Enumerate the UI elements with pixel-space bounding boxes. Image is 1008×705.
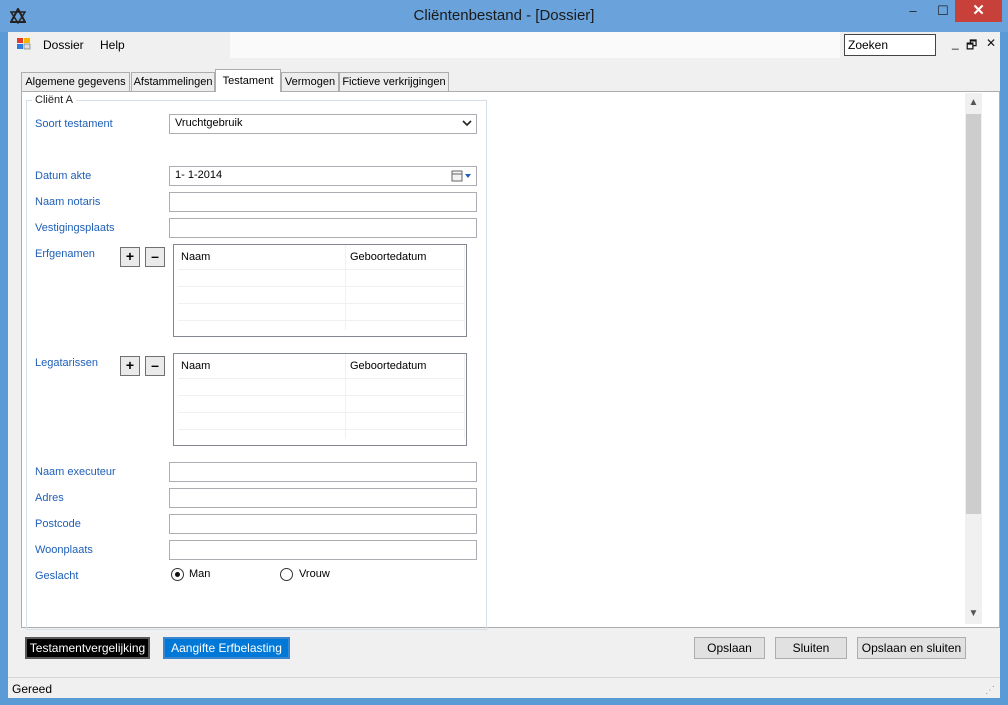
grid-divider	[464, 245, 465, 330]
postcode-label: Postcode	[35, 518, 81, 530]
tab-fictieve-verkrijgingen[interactable]: Fictieve verkrijgingen	[339, 72, 449, 91]
maximize-button[interactable]: ☐	[930, 0, 956, 22]
window-title: Cliëntenbestand - [Dossier]	[413, 7, 595, 24]
scroll-down-icon[interactable]: ▼	[965, 605, 982, 622]
radio-vrouw-label[interactable]: Vrouw	[299, 568, 330, 580]
menu-help[interactable]: Help	[100, 38, 125, 52]
datum-akte-value: 1- 1-2014	[175, 169, 223, 181]
grid-row-line	[178, 412, 464, 413]
grid-row-line	[178, 395, 464, 396]
tab-testament[interactable]: Testament	[215, 69, 281, 92]
add-legataris-button[interactable]: +	[120, 356, 140, 376]
naam-notaris-input[interactable]	[169, 192, 477, 212]
status-bar: Gereed ⋰	[8, 677, 1000, 698]
legatarissen-label: Legatarissen	[35, 357, 98, 369]
resize-grip-icon[interactable]: ⋰	[985, 685, 995, 696]
tab-vermogen[interactable]: Vermogen	[281, 72, 339, 91]
grid-row-line	[178, 286, 464, 287]
scrollbar-thumb[interactable]	[966, 114, 981, 514]
mdi-restore-button[interactable]: 🗗	[966, 36, 977, 57]
radio-vrouw[interactable]	[280, 568, 293, 581]
woonplaats-label: Woonplaats	[35, 544, 93, 556]
naam-notaris-label: Naam notaris	[35, 196, 101, 208]
search-input[interactable]	[844, 34, 936, 56]
vestigingsplaats-label: Vestigingsplaats	[35, 222, 115, 234]
mdi-close-button[interactable]: ✕	[986, 36, 996, 50]
legatarissen-grid[interactable]: Naam Geboortedatum	[173, 353, 467, 446]
tab-algemene-gegevens[interactable]: Algemene gegevens	[21, 72, 130, 91]
woonplaats-input[interactable]	[169, 540, 477, 560]
tab-afstammelingen[interactable]: Afstammelingen	[131, 72, 215, 91]
add-erfgenaam-button[interactable]: +	[120, 247, 140, 267]
remove-legataris-button[interactable]: –	[145, 356, 165, 376]
testamentvergelijking-button[interactable]: Testamentvergelijking	[25, 637, 150, 659]
naam-executeur-input[interactable]	[169, 462, 477, 482]
datum-akte-label: Datum akte	[35, 170, 92, 182]
grid-row-line	[178, 303, 464, 304]
scroll-up-icon[interactable]: ▲	[965, 94, 982, 111]
erfgenamen-grid[interactable]: Naam Geboortedatum	[173, 244, 467, 337]
grid-divider	[464, 354, 465, 439]
opslaan-en-sluiten-button[interactable]: Opslaan en sluiten	[857, 637, 966, 659]
calendar-icon[interactable]	[451, 170, 473, 182]
menu-dossier[interactable]: Dossier	[43, 38, 84, 52]
window-client-area: Dossier Help _ 🗗 ✕ Algemene gegevens Afs…	[8, 32, 1000, 698]
remove-erfgenaam-button[interactable]: –	[145, 247, 165, 267]
group-title: Cliënt A	[32, 94, 76, 106]
legatarissen-col-geboortedatum: Geboortedatum	[350, 360, 427, 372]
erfgenamen-col-naam: Naam	[181, 251, 211, 263]
adres-input[interactable]	[169, 488, 477, 508]
adres-label: Adres	[35, 492, 64, 504]
radio-selected-dot	[175, 572, 180, 577]
status-text: Gereed	[12, 682, 53, 696]
soort-testament-select[interactable]: Vruchtgebruik	[169, 114, 477, 134]
chevron-down-icon	[462, 120, 472, 127]
grid-row-line	[178, 429, 464, 430]
soort-testament-value: Vruchtgebruik	[175, 117, 243, 129]
legatarissen-col-naam: Naam	[181, 360, 211, 372]
grid-row-line	[178, 269, 464, 270]
grid-divider	[345, 354, 346, 439]
naam-executeur-label: Naam executeur	[35, 466, 116, 478]
document-icon	[17, 38, 31, 50]
aangifte-erfbelasting-button[interactable]: Aangifte Erfbelasting	[163, 637, 290, 659]
vestigingsplaats-input[interactable]	[169, 218, 477, 238]
erfgenamen-col-geboortedatum: Geboortedatum	[350, 251, 427, 263]
radio-man[interactable]	[171, 568, 184, 581]
grid-row-line	[178, 378, 464, 379]
postcode-input[interactable]	[169, 514, 477, 534]
menubar-spacer	[230, 32, 840, 58]
grid-row-line	[178, 320, 464, 321]
soort-testament-label: Soort testament	[35, 118, 113, 130]
radio-man-label[interactable]: Man	[189, 568, 210, 580]
grid-divider	[345, 245, 346, 330]
close-window-button[interactable]: ✕	[955, 0, 1002, 22]
sluiten-button[interactable]: Sluiten	[775, 637, 847, 659]
erfgenamen-label: Erfgenamen	[35, 248, 95, 260]
minimize-button[interactable]: –	[900, 0, 926, 22]
datum-akte-picker[interactable]: 1- 1-2014	[169, 166, 477, 186]
opslaan-button[interactable]: Opslaan	[694, 637, 765, 659]
geslacht-label: Geslacht	[35, 570, 79, 582]
mdi-minimize-button[interactable]: _	[952, 36, 959, 50]
